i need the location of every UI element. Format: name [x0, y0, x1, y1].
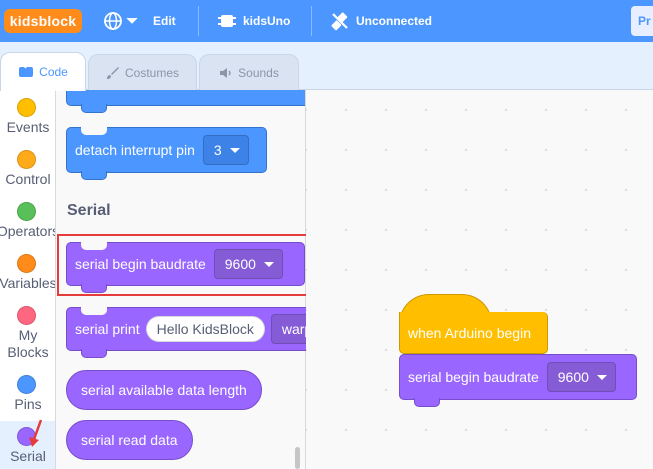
- section-title-serial: Serial: [67, 202, 111, 219]
- category-dot: [17, 150, 36, 169]
- menu-bar: kidsblock Edit kidsUno Unconnected Pr: [0, 0, 653, 42]
- tab-sounds[interactable]: Sounds: [199, 54, 299, 90]
- category-dot: [17, 202, 36, 221]
- category-label: Pins: [14, 396, 42, 412]
- globe-icon: [104, 12, 122, 30]
- block-tab: [414, 398, 440, 407]
- speaker-icon: [220, 67, 231, 78]
- category-control[interactable]: Control: [0, 144, 55, 196]
- dropdown-value: 3: [213, 142, 222, 158]
- detach-interrupt-block[interactable]: detach interrupt pin 3: [66, 127, 267, 180]
- block-notch: [81, 307, 107, 315]
- block-text: serial begin baudrate: [408, 369, 539, 385]
- category-events[interactable]: Events: [0, 92, 55, 144]
- baudrate-dropdown[interactable]: 9600: [546, 362, 616, 392]
- dropdown-value: 9600: [557, 369, 589, 385]
- category-dot: [17, 254, 36, 273]
- category-label: Control: [5, 171, 51, 187]
- block-notch: [81, 127, 107, 135]
- chip-icon: [218, 15, 236, 27]
- tab-costumes-label: Costumes: [124, 65, 180, 80]
- workspace-serial-begin-block[interactable]: serial begin baudrate 9600: [399, 354, 637, 407]
- connection-status: Unconnected: [356, 14, 433, 28]
- block-text: serial print: [75, 321, 140, 337]
- category-label: Blocks: [7, 344, 49, 360]
- category-operators[interactable]: Operators: [0, 196, 55, 248]
- category-label: Variables: [0, 275, 56, 291]
- brush-icon: [106, 66, 119, 79]
- pins-block-partial[interactable]: [66, 90, 305, 113]
- arrow-annotation-icon: [29, 419, 43, 447]
- block-text: detach interrupt pin: [75, 142, 195, 158]
- kidsblock-logo[interactable]: kidsblock: [4, 9, 82, 33]
- category-label: Events: [6, 119, 50, 135]
- category-label: Serial: [10, 448, 46, 464]
- category-label: Operators: [0, 223, 55, 239]
- category-pins[interactable]: Pins: [0, 369, 55, 421]
- chevron-down-icon: [126, 17, 138, 24]
- category-dot: [17, 98, 36, 117]
- category-dot: [17, 306, 36, 325]
- block-tab: [81, 171, 107, 180]
- category-dot: [17, 375, 36, 394]
- tab-code-label: Code: [39, 65, 68, 79]
- palette-scrollbar[interactable]: [295, 447, 300, 469]
- device-menu[interactable]: kidsUno: [217, 0, 290, 42]
- category-menu: Events Control Operators Variables My Bl…: [0, 90, 56, 469]
- menu-divider: [311, 6, 312, 36]
- edit-menu[interactable]: Edit: [153, 0, 176, 42]
- block-tab: [81, 349, 107, 358]
- tab-costumes[interactable]: Costumes: [88, 54, 197, 90]
- caret-down-icon: [596, 374, 607, 380]
- print-text-input[interactable]: Hello KidsBlock: [145, 316, 265, 342]
- category-variables[interactable]: Variables: [0, 248, 56, 300]
- highlight-box: [57, 234, 312, 296]
- serial-read-reporter[interactable]: serial read data: [66, 420, 193, 460]
- tab-code[interactable]: Code: [0, 52, 86, 91]
- caret-down-icon: [229, 147, 240, 153]
- when-arduino-begin-block[interactable]: when Arduino begin: [399, 312, 548, 354]
- menu-divider: [198, 6, 199, 36]
- connection-menu[interactable]: Unconnected: [330, 0, 432, 42]
- project-button[interactable]: Pr: [631, 6, 653, 36]
- pin-dropdown[interactable]: 3: [202, 135, 249, 165]
- unplugged-icon: [331, 12, 348, 31]
- editor-tabs: Code Costumes Sounds: [0, 42, 653, 91]
- category-label: My: [18, 327, 38, 343]
- serial-available-reporter[interactable]: serial available data length: [66, 370, 262, 410]
- language-menu[interactable]: [103, 0, 138, 42]
- device-label: kidsUno: [243, 14, 291, 28]
- block-text: when Arduino begin: [408, 324, 531, 341]
- tab-sounds-label: Sounds: [238, 65, 279, 80]
- code-icon: [19, 67, 34, 77]
- code-workspace[interactable]: [306, 90, 653, 469]
- block-tab: [81, 104, 107, 113]
- category-my-blocks[interactable]: My Blocks: [0, 300, 55, 368]
